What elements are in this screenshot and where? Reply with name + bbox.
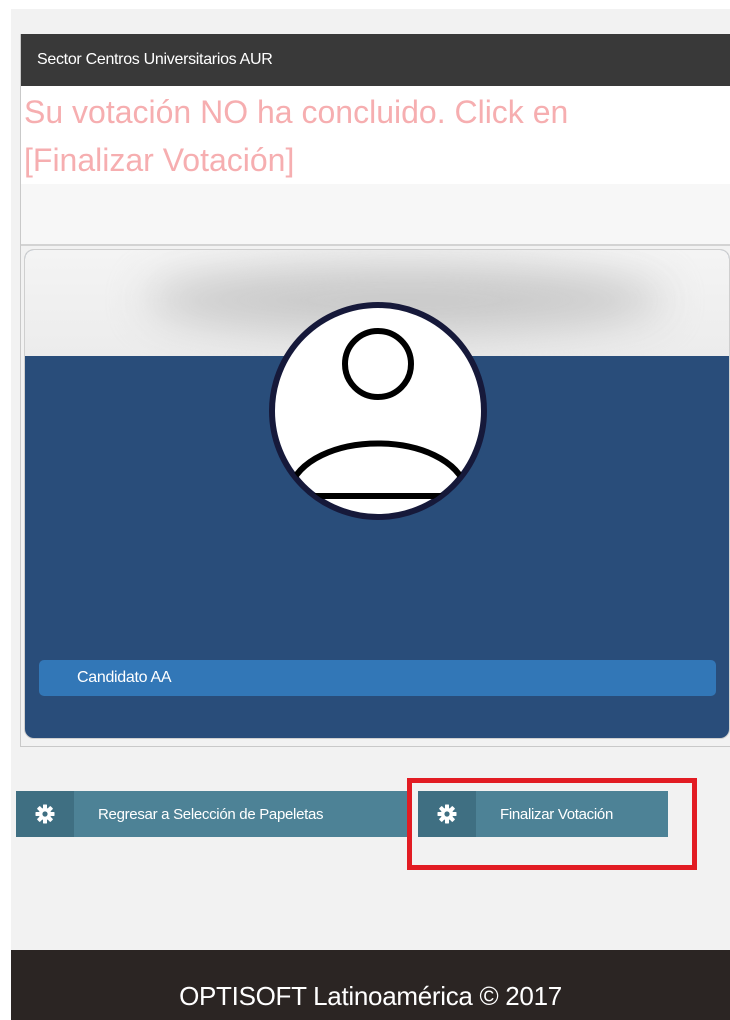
finish-button-label: Finalizar Votación [500,805,613,823]
candidate-card[interactable]: Candidato AA [24,249,730,739]
gear-icon [16,791,74,837]
notice-line-2: [Finalizar Votación] [24,142,295,178]
gear-icon [418,791,476,837]
footer-copyright: OPTISOFT Latinoamérica © 2017 [11,950,730,1020]
voting-page: Sector Centros Universitarios AUR Su vot… [0,0,730,1020]
user-avatar-icon [267,300,489,522]
notice-line-1: Su votación NO ha concluido. Click en [24,94,569,130]
ballot-panel: Sector Centros Universitarios AUR Su vot… [20,34,730,747]
panel-header-title: Sector Centros Universitarios AUR [21,34,730,86]
voting-notice: Su votación NO ha concluido. Click en [F… [21,86,730,184]
candidate-name[interactable]: Candidato AA [39,660,716,696]
back-to-ballot-selection-button[interactable]: Regresar a Selección de Papeletas [16,791,412,837]
panel-spacer [21,184,730,246]
finish-voting-button[interactable]: Finalizar Votación [418,791,668,837]
back-button-label: Regresar a Selección de Papeletas [98,805,324,823]
